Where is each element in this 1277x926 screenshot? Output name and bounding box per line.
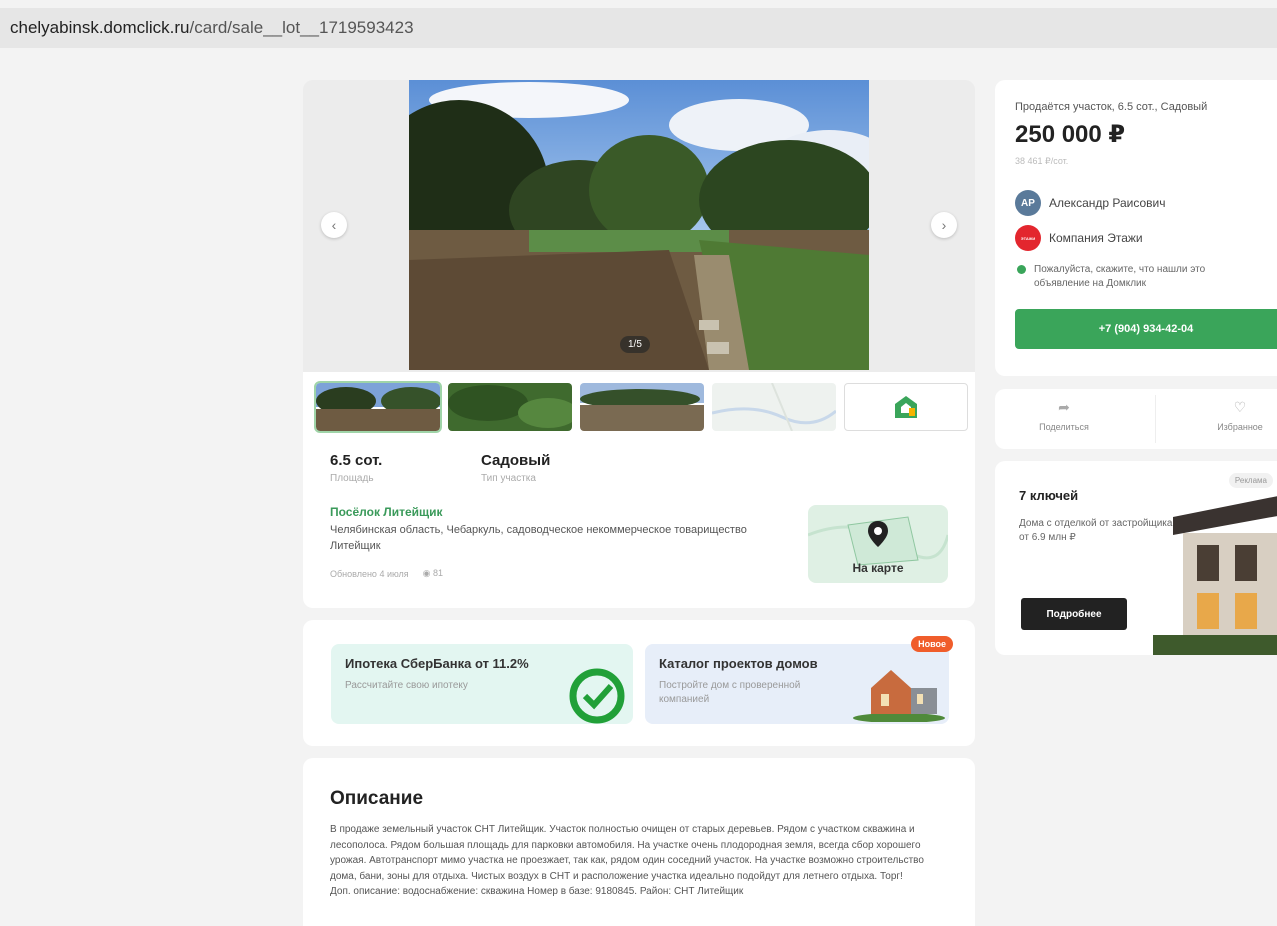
listing-title: Продаётся участок, 6.5 сот., Садовый [1015, 101, 1208, 113]
area-value: 6.5 сот. [330, 452, 383, 469]
hint-text: Пожалуйста, скажите, что нашли это объяв… [1034, 264, 1206, 289]
description-body: В продаже земельный участок СНТ Литейщик… [330, 824, 924, 882]
thumbnail-3[interactable] [580, 383, 704, 431]
views: ◉ 81 [423, 568, 443, 579]
price-card: Продаётся участок, 6.5 сот., Садовый 250… [995, 80, 1277, 376]
ad-text: Дома с отделкой от застройщика от 6.9 мл… [1019, 518, 1173, 543]
actions-card: ➦ Поделиться ♡ Избранное [995, 389, 1277, 449]
plot-type-label: Тип участка [481, 473, 536, 484]
map-button-label: На карте [852, 561, 904, 575]
main-photo[interactable] [409, 80, 869, 370]
description-text: В продаже земельный участок СНТ Литейщик… [330, 822, 940, 900]
thumbnail-map[interactable] [712, 383, 836, 431]
views-count: 81 [433, 568, 444, 578]
share-icon: ➦ [1058, 399, 1070, 415]
heart-icon: ♡ [1233, 399, 1247, 415]
company-name: Компания Этажи [1049, 231, 1143, 245]
ad-more-button[interactable]: Подробнее [1021, 598, 1127, 630]
company-logo: ЭТАЖИ [1015, 225, 1041, 251]
ad-title: 7 ключей [1019, 488, 1079, 503]
gallery-next-button[interactable]: › [931, 212, 957, 238]
price-per-unit: 38 461 ₽/сот. [1015, 156, 1069, 166]
new-badge: Новое [911, 636, 953, 652]
thumbnail-domclick-logo[interactable] [844, 383, 968, 431]
thumbnail-1[interactable] [314, 381, 442, 433]
updated-date: Обновлено 4 июля [330, 568, 409, 579]
promo-banners: Ипотека СберБанка от 11.2% Рассчитайте с… [303, 620, 975, 746]
description-card: Описание В продаже земельный участок СНТ… [303, 758, 975, 926]
favorite-label: Избранное [1217, 422, 1263, 432]
url-host: chelyabinsk.domclick.ru [10, 18, 190, 37]
plot-type-value: Садовый [481, 452, 551, 469]
agent-name: Александр Раисович [1049, 196, 1166, 210]
gallery-prev-button[interactable]: ‹ [321, 212, 347, 238]
fact-area: 6.5 сот. Площадь [330, 452, 382, 484]
share-button[interactable]: ➦ Поделиться [1009, 399, 1119, 432]
promo-catalog[interactable]: Каталог проектов домов Постройте дом с п… [645, 644, 949, 724]
thumbnail-strip [314, 381, 968, 433]
village-link[interactable]: Посёлок Литейщик [330, 505, 443, 519]
address-text: Челябинская область, Чебаркуль, садоводч… [330, 524, 747, 552]
sber-logo-icon [569, 668, 625, 724]
share-label: Поделиться [1039, 422, 1089, 432]
description-heading: Описание [330, 788, 424, 809]
description-extra: Доп. описание: водоснабжение: скважина Н… [330, 886, 744, 897]
company-row[interactable]: ЭТАЖИ Компания Этажи [1015, 225, 1143, 251]
avatar: АР [1015, 190, 1041, 216]
check-icon [1017, 265, 1026, 274]
ad-label: Реклама [1228, 473, 1273, 488]
photo-gallery: ‹ › 1/5 [303, 80, 975, 372]
map-button[interactable]: На карте [808, 505, 948, 583]
phone-button[interactable]: +7 (904) 934-42-04 [1015, 309, 1277, 349]
ad-card[interactable]: Реклама 7 ключей Дома с отделкой от заст… [995, 461, 1277, 655]
price: 250 000 ₽ [1015, 121, 1126, 148]
map-pin-icon [868, 521, 888, 547]
fact-plot-type: Садовый Тип участка [481, 452, 550, 484]
chevron-left-icon: ‹ [331, 217, 337, 233]
promo-catalog-subtitle: Постройте дом с проверенной компанией [659, 680, 801, 705]
area-label: Площадь [330, 473, 374, 484]
favorite-button[interactable]: ♡ Избранное [1185, 399, 1277, 432]
house-illustration-icon [853, 670, 945, 722]
chevron-right-icon: › [941, 217, 947, 233]
url-path: /card/sale__lot__1719593423 [189, 18, 414, 37]
thumbnail-2[interactable] [448, 383, 572, 431]
eye-icon: ◉ [422, 568, 431, 578]
photo-counter: 1/5 [620, 336, 650, 353]
address-bar[interactable]: chelyabinsk.domclick.ru/card/sale__lot__… [0, 8, 1277, 48]
domclick-logo-icon [895, 396, 917, 418]
listing-info: 6.5 сот. Площадь Садовый Тип участка Пос… [303, 372, 975, 608]
mention-hint: Пожалуйста, скажите, что нашли это объяв… [1017, 263, 1257, 291]
promo-mortgage[interactable]: Ипотека СберБанка от 11.2% Рассчитайте с… [331, 644, 633, 724]
listing-meta: Обновлено 4 июля ◉ 81 [330, 568, 443, 579]
agent-row[interactable]: АР Александр Раисович [1015, 190, 1166, 216]
divider [1155, 395, 1156, 443]
